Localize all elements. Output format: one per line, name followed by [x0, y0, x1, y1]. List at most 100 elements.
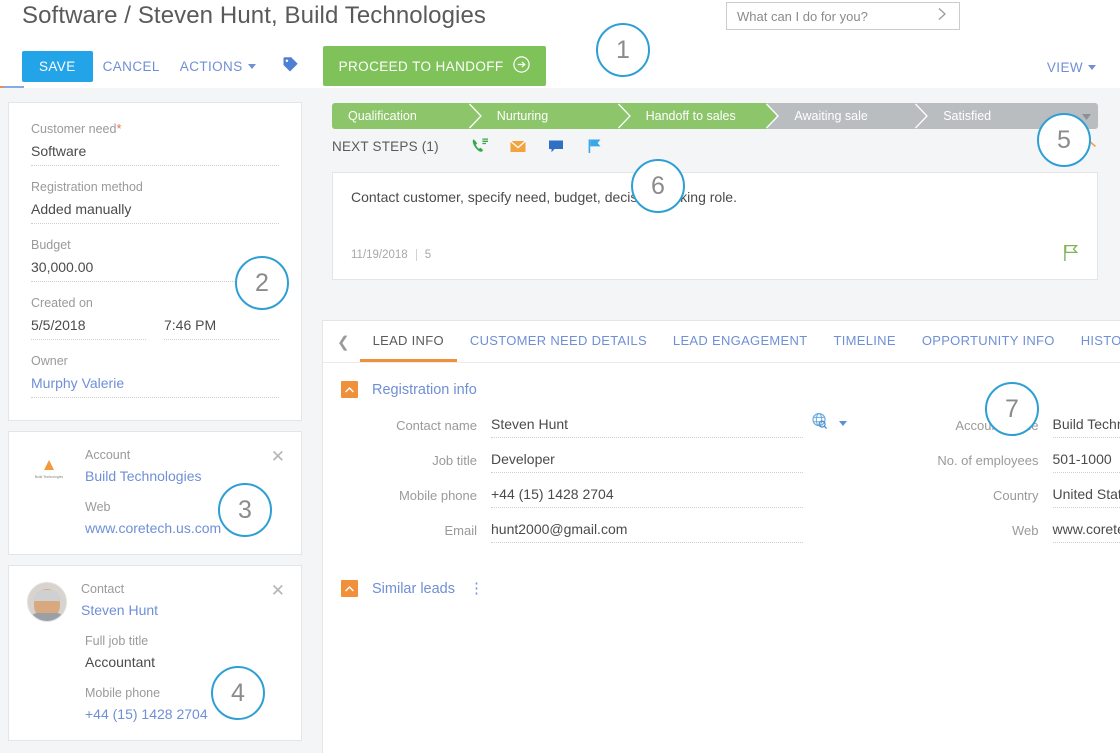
proceed-to-handoff-button[interactable]: PROCEED TO HANDOFF [322, 46, 546, 86]
field-value[interactable]: www.coretech.us.com [1052, 521, 1120, 543]
field-contact-name: Contact name Steven Hunt [341, 412, 849, 438]
tab-history[interactable]: HISTORY [1068, 321, 1120, 362]
avatar [27, 582, 67, 622]
flag-outline-icon[interactable] [1063, 244, 1079, 265]
page-body: Customer need* Software Registration met… [0, 88, 1120, 753]
tab-lead-info[interactable]: LEAD INFO [359, 321, 457, 362]
stage-progress-bar: Qualification Nurturing Handoff to sales… [332, 103, 1098, 129]
registration-right-column: Account name Build Technologies [877, 412, 1120, 556]
stage-separator-icon [915, 103, 929, 129]
tabs-scroll-left-icon[interactable]: ❮ [327, 333, 360, 351]
divider [415, 248, 417, 261]
flag-icon[interactable] [575, 136, 613, 156]
chevron-right-icon[interactable] [937, 7, 959, 26]
field-value[interactable]: Steven Hunt [491, 416, 803, 438]
required-marker: * [116, 121, 122, 136]
task-text: Contact customer, specify need, budget, … [351, 189, 737, 205]
annotation-number: 6 [651, 171, 665, 200]
created-date-value[interactable]: 5/5/2018 [31, 317, 146, 340]
detail-tabbar: ❮ LEAD INFO CUSTOMER NEED DETAILS LEAD E… [323, 321, 1120, 363]
stage-label: Satisfied [943, 109, 992, 123]
field-value[interactable]: hunt2000@gmail.com [491, 521, 803, 543]
chevron-down-icon[interactable] [838, 421, 847, 426]
search-input[interactable] [727, 8, 937, 24]
field-registration-method: Registration method Added manually [31, 180, 279, 224]
tab-lead-engagement[interactable]: LEAD ENGAGEMENT [660, 321, 821, 362]
app-header: Software / Steven Hunt, Build Technologi… [0, 0, 1120, 88]
annotation-1: 1 [596, 23, 650, 77]
field-value[interactable]: Added manually [31, 201, 279, 224]
call-icon[interactable] [461, 136, 499, 156]
kebab-menu-icon[interactable]: ⋮ [469, 581, 485, 596]
arrow-right-circle-icon [512, 56, 530, 76]
collapse-section-button[interactable] [341, 580, 358, 597]
annotation-5: 5 [1037, 113, 1091, 167]
stage-handoff-to-sales[interactable]: Handoff to sales [629, 103, 780, 129]
actions-menu-button[interactable]: ACTIONS [170, 51, 266, 82]
chevron-down-icon [247, 63, 256, 69]
section-title: Registration info [372, 381, 477, 398]
left-sidebar: Customer need* Software Registration met… [0, 88, 310, 753]
annotation-4: 4 [211, 666, 265, 720]
field-value[interactable]: Developer [491, 451, 803, 473]
contact-name-link[interactable]: Steven Hunt [81, 602, 283, 618]
task-date: 11/19/2018 [351, 248, 408, 261]
next-step-task-card[interactable]: Contact customer, specify need, budget, … [332, 172, 1098, 280]
tab-customer-need-details[interactable]: CUSTOMER NEED DETAILS [457, 321, 660, 362]
field-country: Country United States [903, 486, 1120, 508]
stage-awaiting-sale[interactable]: Awaiting sale [778, 103, 929, 129]
field-owner: Owner Murphy Valerie [31, 354, 279, 398]
annotation-number: 5 [1057, 125, 1071, 154]
stage-separator-icon [766, 103, 780, 129]
field-value[interactable]: Build Technologies [1052, 416, 1120, 438]
page-title: Software / Steven Hunt, Build Technologi… [22, 2, 487, 29]
field-label: Registration method [31, 180, 143, 194]
stage-bar-wrap: Qualification Nurturing Handoff to sales… [310, 88, 1120, 147]
close-icon[interactable]: ✕ [271, 448, 285, 465]
annotation-number: 3 [238, 495, 252, 524]
email-icon[interactable] [499, 136, 537, 156]
field-value[interactable]: United States [1052, 486, 1120, 508]
collapse-section-button[interactable] [341, 381, 358, 398]
field-label: Budget [31, 238, 71, 252]
stage-label: Qualification [348, 109, 417, 123]
owner-value-link[interactable]: Murphy Valerie [31, 375, 279, 398]
tab-timeline[interactable]: TIMELINE [820, 321, 908, 362]
logo-mark-icon: ▲ [40, 454, 58, 474]
view-menu-button[interactable]: VIEW [1037, 52, 1106, 83]
assistant-search-box[interactable] [726, 2, 960, 30]
field-label: Job title [432, 453, 477, 468]
stage-nurturing[interactable]: Nurturing [480, 103, 631, 129]
field-value[interactable]: Software [31, 143, 279, 166]
task-owner: 5 [424, 248, 432, 261]
contact-job-value: Accountant [85, 654, 156, 670]
tag-button[interactable] [272, 50, 309, 82]
stage-qualification[interactable]: Qualification [332, 103, 482, 129]
registration-left-column: Contact name Steven Hunt Job title Devel… [323, 412, 877, 556]
account-name-link[interactable]: Build Technologies [85, 468, 283, 484]
field-value[interactable]: 501-1000 [1052, 451, 1120, 473]
stage-label: Awaiting sale [794, 109, 868, 123]
field-mobile-phone: Mobile phone +44 (15) 1428 2704 [341, 486, 849, 508]
field-label: No. of employees [937, 453, 1039, 468]
save-button[interactable]: SAVE [22, 50, 93, 82]
cancel-button[interactable]: CANCEL [93, 51, 170, 82]
annotation-2: 2 [235, 256, 289, 310]
chat-icon[interactable] [537, 136, 575, 156]
tab-opportunity-info[interactable]: OPPORTUNITY INFO [909, 321, 1068, 362]
next-steps-label: NEXT STEPS (1) [332, 138, 439, 154]
close-icon[interactable]: ✕ [271, 582, 285, 599]
task-footer: 11/19/2018 5 [351, 244, 1079, 265]
annotation-6: 6 [631, 159, 685, 213]
account-type-label: Account [85, 448, 131, 462]
created-time-value[interactable]: 7:46 PM [164, 317, 279, 340]
contact-lookup-controls[interactable] [803, 412, 849, 438]
stage-separator-icon [617, 103, 631, 129]
field-label: Customer need* [31, 121, 122, 136]
field-value[interactable]: +44 (15) 1428 2704 [491, 486, 803, 508]
globe-search-icon[interactable] [811, 412, 829, 435]
actions-label: ACTIONS [179, 58, 243, 74]
field-label: Web [1012, 523, 1039, 538]
field-label: Country [992, 488, 1039, 503]
